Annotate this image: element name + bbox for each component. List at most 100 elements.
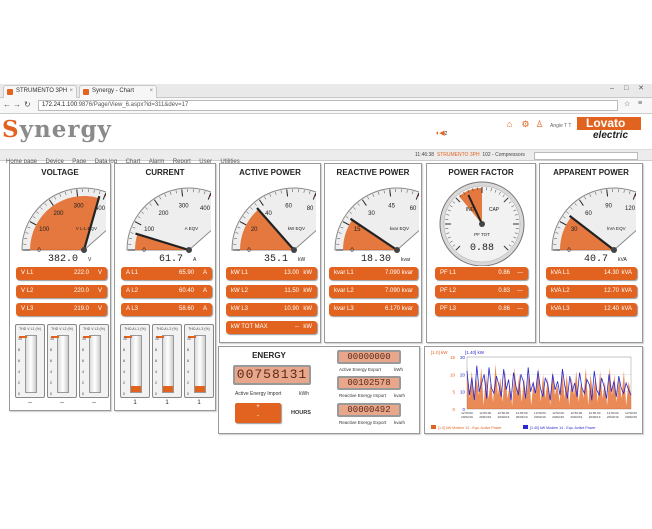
panel-title: ENERGY: [252, 351, 286, 360]
row-label: PF L3: [440, 306, 457, 312]
gauge-value: 61.7: [159, 254, 183, 264]
back-icon[interactable]: ←: [3, 100, 11, 109]
thd-bar-tick: 6: [155, 359, 157, 363]
current-panel: CURRENT 0100200300400500A EQV61.7A A L16…: [114, 163, 216, 411]
row-value: 65.90: [178, 270, 194, 276]
plus-label: +: [256, 404, 260, 410]
gauge-unit: kVA: [618, 257, 627, 263]
row-unit: kW: [303, 306, 312, 312]
logo-rest: ynergy: [19, 116, 112, 143]
menu-icon[interactable]: ≡: [638, 100, 642, 107]
row-value: 6.170: [384, 306, 400, 312]
x-tick-date-label: 20/02/19: [534, 415, 546, 419]
thd-bar-tick: 0: [18, 392, 20, 396]
pf-sub-label: PF TOT: [474, 232, 490, 237]
alarm-indicator[interactable]: ◖◀2: [435, 129, 447, 137]
brand-bottom: electric: [593, 130, 629, 141]
thd-bar-tick: 8: [187, 348, 189, 352]
panel-title: ACTIVE POWER: [239, 168, 301, 177]
current-row-l3: A L3 58.60 A: [121, 303, 212, 316]
row-unit: A: [202, 288, 207, 294]
window-buttons[interactable]: – □ ✕: [610, 84, 648, 92]
row-unit: kvar: [401, 306, 413, 312]
thd-bar-value: --: [28, 400, 32, 406]
browser-tab[interactable]: STRUMENTO 3PH ×: [3, 85, 77, 98]
row-unit: kVA: [621, 306, 632, 312]
thd-bar-title: THD V L3 (%): [83, 327, 105, 331]
legend-swatch: [431, 425, 436, 429]
thd-bar-tick: 0: [155, 392, 157, 396]
panel-title: REACTIVE POWER: [336, 168, 410, 177]
row-unit: kvar: [401, 288, 413, 294]
gauge-tick-label: 100: [144, 227, 155, 233]
thd-bar: THD A L2 (%) 10 8 6 4 2 0 1: [152, 324, 182, 406]
left-tick-label: 10: [450, 372, 456, 377]
reactive-energy-import-label: Reactive Energy Import: [339, 393, 387, 398]
url-host: 172.24.1.100: [42, 102, 78, 108]
thd-bar-tick: 4: [187, 370, 189, 374]
url-path: :9876/Page/View_6.aspx?id=311&dev=17: [77, 102, 189, 108]
active-row-l2: kW L2 11.50 kW: [226, 285, 317, 298]
row-value: 7.090: [384, 270, 400, 276]
gauge-hub: [186, 247, 192, 253]
url-input[interactable]: 172.24.1.100:9876/Page/View_6.aspx?id=31…: [38, 100, 618, 111]
legend-label: [1.0] kW Modem 14 - Equ. Active Power: [438, 426, 502, 430]
row-value: 0.86: [498, 306, 510, 312]
hours-label: HOURS: [291, 410, 311, 416]
row-unit: kW: [303, 270, 312, 276]
gauge-unit: V: [88, 257, 92, 263]
gauge-tick-label: 60: [285, 203, 292, 209]
settings-icon[interactable]: ⚙: [521, 120, 530, 129]
pf-hub: [479, 221, 485, 227]
gauge-tick-label: 30: [368, 211, 375, 217]
right-tick-label: 20: [460, 372, 466, 377]
gauge-tick-label: 300: [179, 203, 190, 209]
trend-chart: [1.0] kW [1.40] kW151050302010012:50:0020…: [431, 350, 637, 430]
apparent-row-l1: kVA L1 14.30 kVA: [546, 267, 637, 280]
active-row-l1: kW L1 13.00 kW: [226, 267, 317, 280]
x-tick-date-label: 20/02/19: [607, 415, 619, 419]
close-tab-icon[interactable]: ×: [149, 86, 153, 97]
voltage-row-l1: V L1 222.0 V: [16, 267, 107, 280]
gauge-tick-label: 45: [388, 203, 395, 209]
apparent-row-l2: kVA L2 12.70 kVA: [546, 285, 637, 298]
thd-bar-title: THD A L1 (%): [124, 327, 146, 331]
thd-bar-value: 1: [165, 400, 169, 406]
gauge-sub-label: kW EQV: [288, 226, 305, 231]
reload-icon[interactable]: ↻: [24, 100, 31, 109]
thd-bar-tick: 2: [82, 381, 84, 385]
row-label: kvar L2: [334, 288, 354, 294]
thd-bar-tick: 2: [155, 381, 157, 385]
row-unit: kW: [303, 324, 312, 330]
reactive-energy-import-unit: kvarh: [394, 393, 406, 398]
row-label: kVA L2: [551, 288, 570, 294]
gauge-tick-label: 20: [251, 227, 258, 233]
lovato-logo: Lovato electric: [577, 117, 641, 143]
row-label: kW L2: [231, 288, 249, 294]
hours-toggle-button[interactable]: + -: [235, 403, 281, 423]
user-icon[interactable]: ♙: [535, 120, 544, 129]
star-icon[interactable]: ☆: [624, 100, 630, 108]
row-label: A L3: [126, 306, 139, 312]
right-tick-label: 30: [460, 355, 466, 360]
gauge-sub-label: V L-L EQV: [76, 226, 97, 231]
close-tab-icon[interactable]: ×: [69, 86, 73, 97]
forward-icon[interactable]: →: [13, 100, 21, 109]
home-icon[interactable]: ⌂: [505, 120, 514, 129]
active-energy-export-display: 00000000: [337, 350, 401, 364]
page-select[interactable]: [534, 152, 638, 160]
browser-tab[interactable]: Synergy - Chart ×: [79, 85, 157, 98]
active-power-panel: ACTIVE POWER 020406080100kW EQV35.1kW kW…: [219, 163, 321, 343]
right-tick-label: 10: [460, 390, 466, 395]
row-value: 222.0: [73, 270, 89, 276]
thd-bar-tick: 2: [50, 381, 52, 385]
right-axis-label: [1.40] kW: [465, 350, 485, 355]
browser-tab-bar: STRUMENTO 3PH × Synergy - Chart × – □ ✕: [0, 84, 652, 98]
row-label: V L3: [21, 306, 34, 312]
row-unit: ---: [517, 288, 523, 294]
energy-panel: ENERGY 00758131 Active Energy Import kWh…: [218, 346, 420, 434]
thd-bar-tick: 6: [187, 359, 189, 363]
thd-bar-tick: 2: [123, 381, 125, 385]
thd-bar-tick: 6: [123, 359, 125, 363]
minus-label: -: [257, 413, 259, 419]
